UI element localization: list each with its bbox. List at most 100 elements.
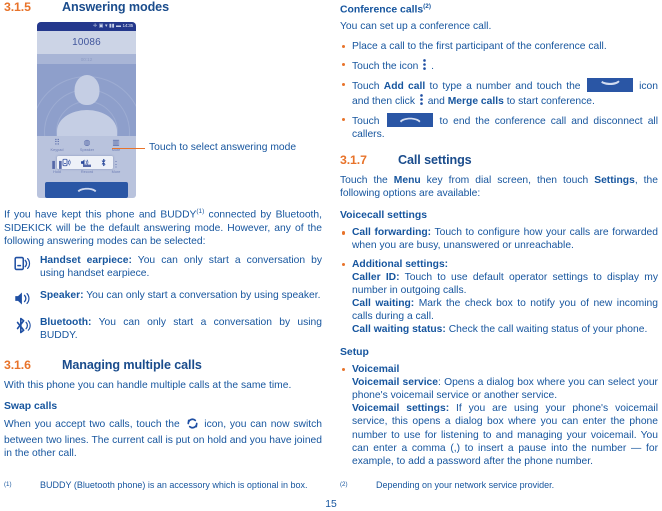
settings-label: Settings: [594, 175, 635, 187]
desc: You can only start a conversation by usi…: [83, 289, 321, 301]
hangup-button-chip[interactable]: [386, 112, 433, 127]
footnotes: (1) BUDDY (Bluetooth phone) is an access…: [0, 477, 662, 511]
add-call-label: Add call: [383, 80, 426, 92]
term: Speaker:: [40, 289, 84, 301]
sub-item: Voicemail settings: If you are using you…: [352, 402, 658, 467]
answering-mode-icon: ◍: [83, 138, 91, 147]
control-label: Keypad: [50, 148, 64, 152]
more-vertical-icon: ⋮: [112, 160, 120, 169]
phone-status-bar: ✛ ▣ ▾ ▮▮ ▬ 14:35: [37, 22, 136, 31]
keypad-icon: ⠿: [54, 138, 60, 147]
call-controls: ⠿ Keypad ◍ Speaker ▥ Mute ❚❚ Hold ▬ Reco…: [37, 136, 136, 182]
list-item: Touch the icon .: [340, 58, 658, 73]
sub-item: Caller ID: Touch to use default operator…: [352, 271, 658, 297]
footnote-text: Depending on your network service provid…: [376, 480, 555, 490]
list-item: Place a call to the first participant of…: [340, 40, 658, 53]
list-item: Touch Add call to type a number and touc…: [340, 77, 658, 108]
section-heading-3-1-7: 3.1.7 Call settings: [340, 153, 658, 167]
control-answering-mode[interactable]: ◍ Speaker: [72, 138, 102, 153]
term: Additional settings:: [352, 258, 449, 270]
control-record[interactable]: ▬ Record: [72, 160, 102, 175]
control-label: Hold: [53, 170, 61, 174]
conference-bullets: Place a call to the first participant of…: [340, 40, 658, 142]
term: Voicemail service: [352, 377, 439, 389]
battery-status-icon: ▬: [116, 23, 121, 29]
status-clock: 14:35: [122, 23, 134, 29]
section-heading-3-1-5: 3.1.5 Answering modes: [4, 0, 322, 14]
sub-item: Voicemail service: Opens a dialog box wh…: [352, 376, 658, 402]
hangup-icon: [399, 117, 420, 123]
phone-mockup: ✛ ▣ ▾ ▮▮ ▬ 14:35 10086 00:12 ⠿ Keypad ◍ …: [37, 22, 136, 198]
swap-calls-paragraph: When you accept two calls, touch the ico…: [4, 417, 322, 460]
right-column: Conference calls(2) You can set up a con…: [340, 0, 658, 473]
voicecall-bullets: Call forwarding: Touch to configure how …: [340, 226, 658, 336]
call-button-chip[interactable]: [586, 77, 633, 92]
signal-status-icon: ▮▮: [108, 23, 115, 29]
subheading-conference-calls: Conference calls(2): [340, 3, 658, 15]
section-title: Call settings: [398, 153, 472, 168]
answering-mode-bluetooth-text: Bluetooth: You can only start a conversa…: [40, 316, 322, 342]
control-keypad[interactable]: ⠿ Keypad: [42, 138, 72, 153]
answering-mode-handset-text: Handset earpiece: You can only start a c…: [40, 254, 322, 280]
manual-page: 3.1.5 Answering modes ✛ ▣ ▾ ▮▮ ▬ 14:35 1…: [0, 0, 662, 511]
footnote-mark: (1): [4, 481, 12, 488]
section-heading-3-1-6: 3.1.6 Managing multiple calls: [4, 358, 322, 372]
bluetooth-status-icon: ✛: [93, 23, 98, 29]
term: Call waiting:: [352, 297, 415, 309]
bullet-text-end: .: [428, 60, 434, 72]
call-handset-icon: [600, 80, 620, 85]
hangup-icon: [77, 187, 96, 192]
mute-icon: ▥: [112, 138, 120, 147]
footnote-ref-2: (2): [423, 3, 431, 10]
control-mute[interactable]: ▥ Mute: [101, 138, 131, 153]
bullet-text: Touch: [352, 115, 385, 127]
intro-part1: If you have kept this phone and BUDDY: [4, 209, 197, 221]
multiple-calls-intro: With this phone you can handle multiple …: [4, 380, 292, 392]
left-column: 3.1.5 Answering modes ✛ ▣ ▾ ▮▮ ▬ 14:35 1…: [4, 0, 322, 466]
list-item: Touch to end the conference call and dis…: [340, 112, 658, 141]
intro-part1: Touch the: [340, 175, 394, 187]
control-label: Speaker: [79, 148, 95, 152]
sub-item: Call waiting status: Check the call wait…: [352, 323, 658, 336]
record-icon: ▬: [83, 160, 91, 169]
section-title: Managing multiple calls: [62, 358, 202, 373]
merge-calls-label: Merge calls: [447, 95, 504, 107]
page-number: 15: [325, 499, 337, 510]
handset-earpiece-icon: [4, 254, 40, 280]
section-number: 3.1.6: [4, 358, 31, 373]
alarm-status-icon: ▣: [98, 23, 104, 29]
caller-avatar-area: [37, 64, 136, 136]
section-number: 3.1.7: [340, 153, 367, 168]
term: Caller ID:: [352, 271, 400, 283]
bullet-text: Touch the icon: [352, 60, 422, 72]
call-number: 10086: [37, 31, 136, 54]
section-title: Answering modes: [62, 0, 169, 14]
conference-title: Conference calls: [340, 4, 424, 16]
footnote-mark: (2): [340, 481, 348, 488]
more-vertical-icon: [419, 93, 424, 106]
desc: Check the call waiting status of your ph…: [445, 323, 648, 335]
phone-figure: ✛ ▣ ▾ ▮▮ ▬ 14:35 10086 00:12 ⠿ Keypad ◍ …: [4, 21, 322, 199]
control-more[interactable]: ⋮ More: [101, 160, 131, 175]
list-item: Voicemail Voicemail service: Opens a dia…: [340, 363, 658, 468]
end-call-button[interactable]: [45, 182, 128, 198]
menu-key-label: Menu: [393, 175, 421, 187]
footnote-2: (2) Depending on your network service pr…: [340, 479, 662, 491]
term: Call waiting status:: [352, 323, 446, 335]
term: Bluetooth:: [40, 316, 92, 328]
call-duration: 00:12: [37, 54, 136, 64]
intro-part2: key from dial screen, then touch: [420, 175, 595, 187]
bullet-text: Place a call to the first participant of…: [352, 40, 607, 52]
term: Call forwarding:: [352, 227, 432, 239]
bullet-text-end: to start conference.: [503, 95, 595, 107]
callout-leader-line: [112, 148, 145, 150]
term: Handset earpiece:: [40, 254, 132, 266]
bullet-text: Touch: [352, 80, 384, 92]
list-item: Call forwarding: Touch to configure how …: [340, 226, 658, 252]
subheading-voicecall-settings: Voicecall settings: [340, 210, 428, 222]
section-number: 3.1.5: [4, 0, 31, 14]
control-hold[interactable]: ❚❚ Hold: [42, 160, 72, 175]
hold-icon: ❚❚: [50, 160, 64, 169]
bullet-text: to type a number and touch the: [425, 80, 585, 92]
subheading-setup: Setup: [340, 347, 369, 359]
